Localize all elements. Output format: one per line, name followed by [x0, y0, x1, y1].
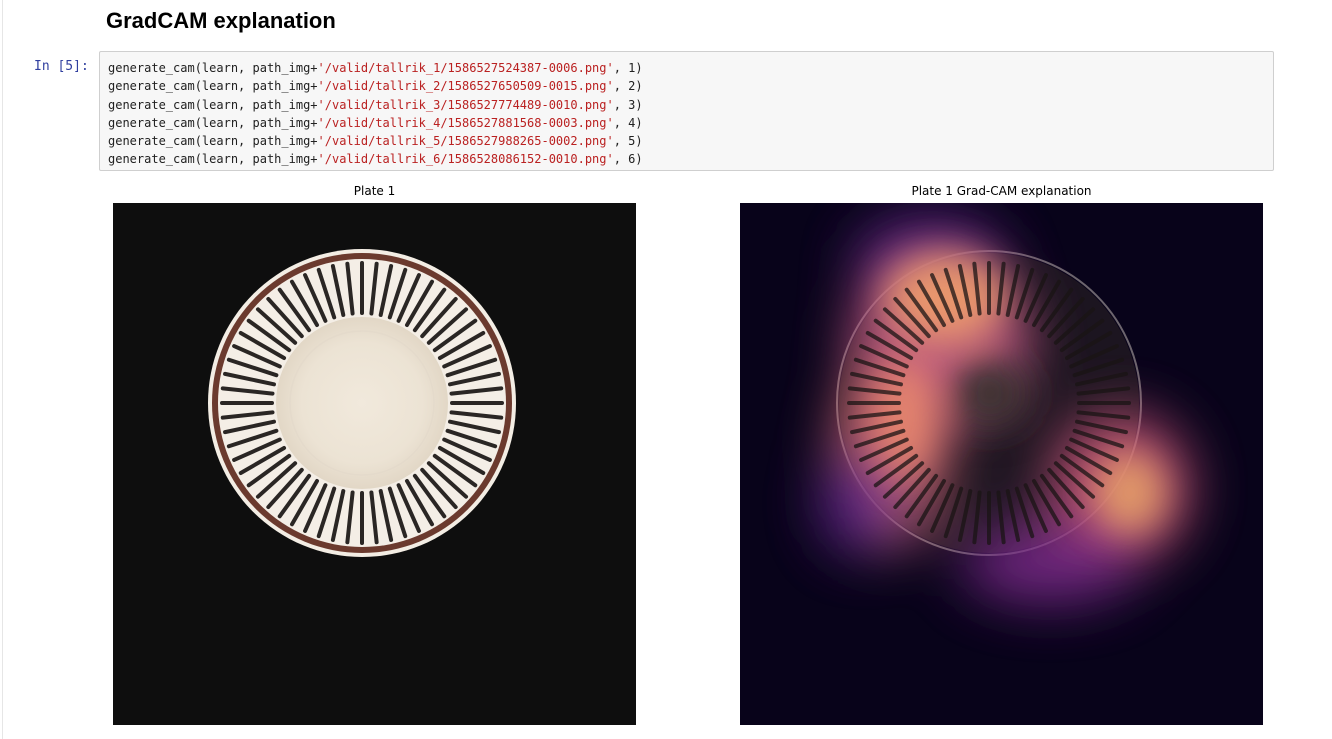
- code-line: generate_cam(learn, path_img+'/valid/tal…: [108, 152, 643, 167]
- code-line: generate_cam(learn, path_img+'/valid/tal…: [108, 115, 643, 130]
- code-editor[interactable]: generate_cam(learn, path_img+'/valid/tal…: [108, 59, 643, 169]
- cell-left-border: [2, 0, 3, 739]
- code-line: generate_cam(learn, path_img+'/valid/tal…: [108, 134, 643, 149]
- section-heading: GradCAM explanation: [106, 8, 336, 33]
- plate-photo: [113, 203, 636, 725]
- plot-title-original: Plate 1: [353, 184, 396, 198]
- code-line: generate_cam(learn, path_img+'/valid/tal…: [108, 79, 643, 94]
- code-line: generate_cam(learn, path_img+'/valid/tal…: [108, 97, 643, 112]
- plot-title-gradcam: Plate 1 Grad-CAM explanation: [911, 184, 1092, 198]
- input-prompt: In [5]:: [34, 59, 89, 74]
- code-cell[interactable]: generate_cam(learn, path_img+'/valid/tal…: [99, 51, 1274, 171]
- gradcam-heatmap: [740, 203, 1263, 725]
- code-line: generate_cam(learn, path_img+'/valid/tal…: [108, 61, 643, 75]
